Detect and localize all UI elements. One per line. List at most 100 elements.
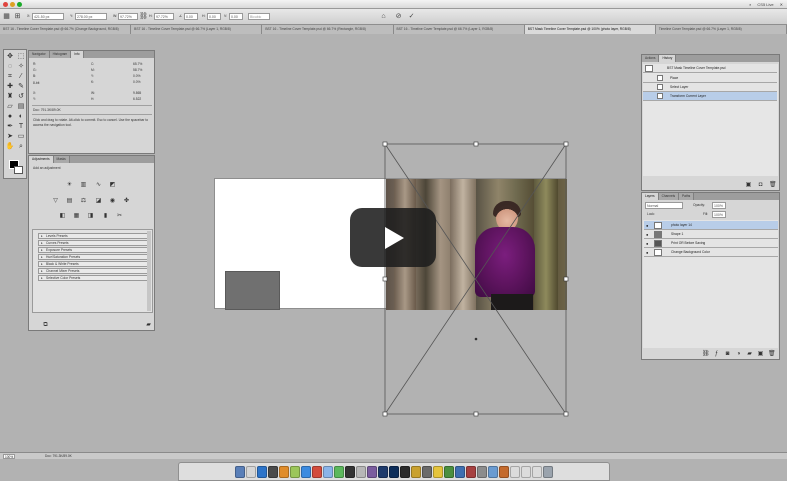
bridge-icon[interactable] (378, 465, 388, 478)
interpolation-select[interactable]: Bicubic (248, 13, 270, 20)
link-layers-icon[interactable]: ⛓ (702, 351, 710, 358)
tab-document-1[interactable]: BST 16 - Timeline Cover Template.psd @ 6… (0, 25, 132, 34)
delete-state-icon[interactable]: 🗑 (769, 182, 777, 189)
preset-curves[interactable]: Curves Presets (38, 240, 149, 246)
x-position-field[interactable]: 421.50 px (32, 13, 64, 20)
history-step-current[interactable]: Transform Current Layer (643, 92, 777, 101)
clone-stamp-tool-icon[interactable]: ♜ (5, 92, 15, 101)
shape-tool-icon[interactable]: ▭ (16, 132, 26, 141)
search-icon[interactable]: ⌕ (749, 2, 751, 7)
curves-icon[interactable]: ∿ (95, 182, 102, 189)
history-step[interactable]: Select Layer (643, 83, 777, 92)
preset-black-white[interactable]: Black & White Presets (38, 261, 149, 267)
app-icon[interactable] (466, 465, 476, 478)
minimize-window-icon[interactable] (10, 2, 15, 7)
eraser-tool-icon[interactable]: ▱ (5, 102, 15, 111)
brightness-contrast-icon[interactable]: ☀ (66, 182, 73, 189)
channel-mixer-icon[interactable]: ✤ (123, 198, 130, 205)
folder-icon[interactable] (532, 465, 542, 478)
brush-tool-icon[interactable]: ✎ (16, 82, 26, 91)
link-icon[interactable]: ⛓ (139, 13, 148, 21)
tab-paths[interactable]: Paths (679, 193, 695, 200)
tab-info[interactable]: Info (71, 51, 84, 58)
dodge-tool-icon[interactable]: ◐ (16, 112, 26, 121)
delete-layer-icon[interactable]: 🗑 (768, 351, 776, 358)
safari-icon[interactable] (301, 465, 311, 478)
tab-channels[interactable]: Channels (658, 193, 680, 200)
layer-row[interactable]: ● Shape 1 (644, 230, 778, 239)
tab-adjustments[interactable]: Adjustments (29, 156, 54, 163)
move-tool-icon[interactable]: ✥ (5, 52, 15, 61)
tab-masks[interactable]: Masks (53, 156, 70, 163)
document-size[interactable]: Doc: 791.3K/89.0K (45, 454, 72, 458)
gradient-map-icon[interactable]: ▮ (102, 213, 109, 220)
tab-layers[interactable]: Layers (642, 193, 659, 200)
app-icon[interactable] (444, 465, 454, 478)
invert-icon[interactable]: ◧ (59, 213, 66, 220)
fill-field[interactable]: 100% (712, 211, 726, 218)
commit-transform-icon[interactable]: ✓ (407, 13, 416, 21)
height-field[interactable]: 97.72% (154, 13, 174, 20)
layer-name[interactable]: photo layer 14 (671, 223, 692, 227)
preset-channel-mixer[interactable]: Channel Mixer Presets (38, 268, 149, 274)
healing-brush-tool-icon[interactable]: ✚ (5, 82, 15, 91)
layer-style-icon[interactable]: ƒ (713, 351, 720, 358)
transform-tool-icon[interactable]: ▦ (2, 13, 11, 21)
new-snapshot-icon[interactable]: ◘ (757, 182, 764, 189)
width-field[interactable]: 97.72% (118, 13, 138, 20)
close-window-icon[interactable] (3, 2, 8, 7)
threshold-icon[interactable]: ◨ (87, 213, 94, 220)
eyedropper-tool-icon[interactable]: ⁄ (16, 72, 26, 81)
opacity-field[interactable]: 100% (712, 202, 726, 209)
presets-scrollbar[interactable] (147, 231, 151, 311)
folder-icon[interactable] (510, 465, 520, 478)
app-icon[interactable] (246, 465, 256, 478)
hue-saturation-icon[interactable]: ▤ (66, 198, 73, 205)
app-icon[interactable] (411, 465, 421, 478)
new-layer-icon[interactable]: ▣ (757, 351, 764, 358)
history-brush-tool-icon[interactable]: ↺ (16, 92, 26, 101)
app-icon[interactable] (290, 465, 300, 478)
visibility-eye-icon[interactable]: ● (646, 241, 651, 246)
close-panel-icon[interactable]: ✕ (780, 2, 783, 7)
tab-document-6[interactable]: Timeline Cover Template.psd @ 66.7% (Lay… (655, 25, 787, 34)
layer-name[interactable]: Change Background Color (671, 250, 710, 254)
warp-icon[interactable]: ⌂ (379, 13, 388, 21)
preset-levels[interactable]: Levels Presets (38, 233, 149, 239)
tab-histogram[interactable]: Histogram (49, 51, 72, 58)
finder-icon[interactable] (235, 465, 245, 478)
exposure-icon[interactable]: ◩ (109, 182, 116, 189)
tab-navigator[interactable]: Navigator (29, 51, 50, 58)
visibility-eye-icon[interactable]: ● (646, 232, 651, 237)
posterize-icon[interactable]: ▦ (73, 213, 80, 220)
gradient-tool-icon[interactable]: ▤ (16, 102, 26, 111)
photoshop-icon[interactable] (389, 465, 399, 478)
photo-filter-icon[interactable]: ◉ (109, 198, 116, 205)
clip-to-layer-icon[interactable]: ⧉ (42, 322, 49, 329)
new-group-icon[interactable]: ▰ (746, 351, 753, 358)
type-tool-icon[interactable]: T (16, 122, 26, 131)
marquee-tool-icon[interactable]: ⬚ (16, 52, 26, 61)
lasso-tool-icon[interactable]: ◌ (5, 62, 15, 71)
tab-document-4[interactable]: BST 16 - Timeline Cover Template.psd @ 6… (393, 25, 525, 34)
color-balance-icon[interactable]: ⚖ (80, 198, 87, 205)
zoom-level-field[interactable]: 100% (3, 454, 15, 459)
app-icon[interactable] (422, 465, 432, 478)
selective-color-icon[interactable]: ✂ (116, 213, 123, 220)
rotation-field[interactable]: 0.00 (184, 13, 198, 20)
tab-document-active[interactable]: BST Mask Timeline Cover Template.psd @ 1… (524, 25, 656, 34)
visibility-eye-icon[interactable]: ● (646, 250, 651, 255)
crop-tool-icon[interactable]: ⌗ (5, 72, 15, 81)
layer-row[interactable]: ● Change Background Color (644, 248, 778, 257)
preset-selective-color[interactable]: Selective Color Presets (38, 275, 149, 281)
v-skew-field[interactable]: 0.00 (229, 13, 243, 20)
layer-mask-icon[interactable]: ◙ (724, 351, 731, 358)
app-icon[interactable] (499, 465, 509, 478)
history-step[interactable]: Place (643, 74, 777, 83)
app-icon[interactable] (345, 465, 355, 478)
tab-history[interactable]: History (659, 55, 677, 62)
app-icon[interactable] (433, 465, 443, 478)
panel-folder-icon[interactable]: ▰ (145, 322, 152, 329)
blur-tool-icon[interactable]: ● (5, 112, 15, 121)
app-icon[interactable] (279, 465, 289, 478)
